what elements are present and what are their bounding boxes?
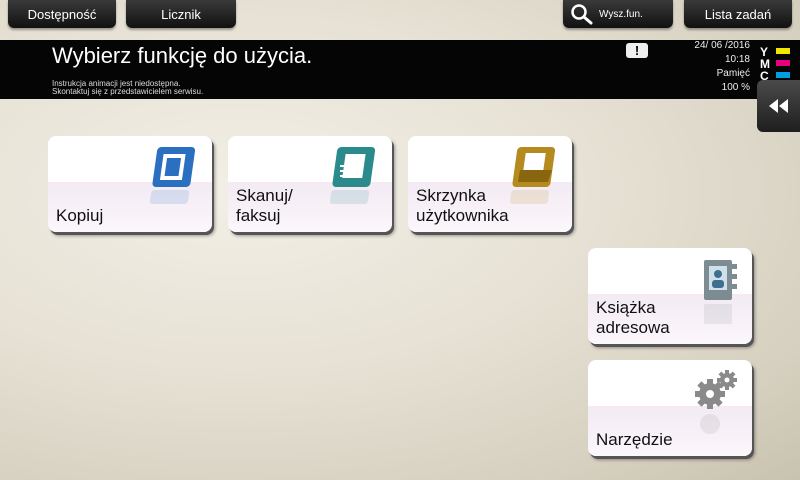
counter-button[interactable]: Licznik	[126, 0, 236, 28]
collapse-panel-button[interactable]	[757, 80, 800, 132]
date-display: 24/ 06 /2016	[694, 40, 750, 51]
counter-label: Licznik	[161, 6, 201, 22]
warning-icon[interactable]: !	[626, 43, 648, 58]
address-book-icon	[704, 260, 737, 324]
scan-fax-tile[interactable]: Skanuj/ faksuj	[228, 136, 392, 232]
copy-tile[interactable]: Kopiuj	[48, 136, 212, 232]
user-box-label: Skrzynka użytkownika	[416, 186, 509, 225]
header-bar: Wybierz funkcję do użycia. Instrukcja an…	[0, 40, 800, 99]
tools-tile[interactable]: Narzędzie	[588, 360, 752, 456]
job-list-button[interactable]: Lista zadań	[684, 0, 792, 28]
user-box-tile[interactable]: Skrzynka użytkownika	[408, 136, 572, 232]
accessibility-button[interactable]: Dostępność	[8, 0, 116, 28]
time-display: 10:18	[724, 54, 750, 65]
memory-value: 100 %	[721, 82, 750, 93]
page-title: Wybierz funkcję do użycia.	[52, 43, 313, 68]
address-book-label: Książka adresowa	[596, 298, 670, 337]
double-chevron-left-icon	[768, 99, 788, 113]
job-list-label: Lista zadań	[704, 6, 772, 22]
toner-yellow-bar	[776, 48, 790, 54]
search-icon	[571, 4, 593, 25]
toner-cyan-bar	[776, 72, 790, 78]
user-box-icon	[510, 147, 556, 204]
toner-magenta-bar	[776, 60, 790, 66]
copy-icon	[150, 147, 196, 204]
gears-icon	[695, 370, 737, 434]
search-label: Wysz.fun.	[599, 8, 643, 20]
copy-label: Kopiuj	[56, 206, 104, 225]
function-search-button[interactable]: Wysz.fun.	[563, 0, 673, 28]
tools-label: Narzędzie	[596, 430, 673, 449]
memory-label: Pamięć	[716, 68, 750, 79]
scan-fax-label: Skanuj/ faksuj	[236, 186, 293, 225]
scan-icon	[330, 147, 376, 204]
info-message-line2: Skontaktuj się z przedstawicielem serwis…	[52, 87, 204, 96]
accessibility-label: Dostępność	[27, 6, 97, 22]
address-book-tile[interactable]: Książka adresowa	[588, 248, 752, 344]
